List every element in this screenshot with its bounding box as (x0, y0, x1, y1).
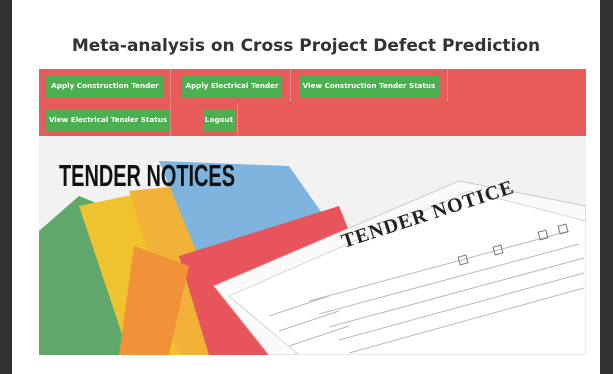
banner-heading-text: TENDER NOTICES (59, 158, 235, 193)
page-container: Meta-analysis on Cross Project Defect Pr… (12, 0, 600, 374)
logout-button[interactable]: Logout (203, 109, 235, 131)
left-dark-border (0, 0, 12, 374)
nav-cell-logout: Logout (171, 103, 238, 135)
page-title: Meta-analysis on Cross Project Defect Pr… (71, 36, 541, 56)
banner-image: TENDER NOTICE TENDER NOTICES (39, 136, 586, 355)
apply-construction-tender-button[interactable]: Apply Construction Tender (46, 75, 164, 97)
view-electrical-status-button[interactable]: View Electrical Tender Status (46, 109, 170, 131)
apply-electrical-tender-button[interactable]: Apply Electrical Tender (182, 75, 282, 97)
nav-cell-view-construction: View Construction Tender Status (291, 69, 448, 101)
nav-bar: Apply Construction Tender Apply Electric… (39, 69, 586, 136)
nav-cell-electrical: Apply Electrical Tender (171, 69, 291, 101)
tender-notices-banner: TENDER NOTICE TENDER NOTICES (39, 136, 586, 355)
nav-cell-view-electrical: View Electrical Tender Status (39, 103, 171, 135)
right-dark-border (600, 0, 613, 374)
view-construction-status-button[interactable]: View Construction Tender Status (299, 75, 439, 97)
nav-cell-construction: Apply Construction Tender (39, 69, 171, 101)
